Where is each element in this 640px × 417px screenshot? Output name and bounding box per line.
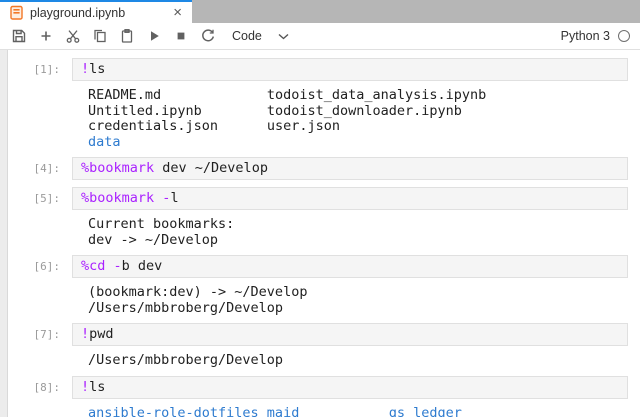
output-text: todoist_downloader.ipynb <box>267 103 462 119</box>
code-token: ! <box>81 379 89 395</box>
paste-cells-button[interactable] <box>114 25 139 48</box>
code-token: ls <box>89 61 105 77</box>
notebook-cell[interactable]: [5]:%bookmark -l Current bookmarks:dev ->… <box>8 187 640 248</box>
output-text: /Users/mbbroberg/Develop <box>88 352 283 368</box>
output-line: (bookmark:dev) -> ~/Develop <box>88 285 628 301</box>
code-token: %cd <box>81 258 105 274</box>
close-icon[interactable]: × <box>171 5 184 20</box>
copy-cells-button[interactable] <box>87 25 112 48</box>
stop-icon <box>173 28 189 44</box>
output-text: README.md <box>88 87 267 103</box>
main-area: [1]:!lsREADME.md todoist_data_analysis.i… <box>0 50 640 417</box>
notebook-cell[interactable]: [4]:%bookmark dev ~/Develop <box>8 157 640 180</box>
output-line: /Users/mbbroberg/Develop <box>88 353 628 369</box>
execution-count: [7]: <box>8 323 72 341</box>
save-icon <box>11 28 27 44</box>
output-line: Untitled.ipynb todoist_downloader.ipynb <box>88 104 628 120</box>
cut-cells-button[interactable] <box>60 25 85 48</box>
code-token <box>105 258 113 274</box>
copy-icon <box>92 28 108 44</box>
cell-input-row: [6]:%cd -b dev <box>8 255 640 278</box>
kernel-name: Python 3 <box>561 29 610 43</box>
save-button[interactable] <box>6 25 31 48</box>
notebook-cell[interactable]: [7]:!pwd/Users/mbbroberg/Develop <box>8 323 640 369</box>
run-button[interactable] <box>141 25 166 48</box>
code-token: ! <box>81 326 89 342</box>
execution-count: [5]: <box>8 187 72 205</box>
cell-output: ansible-role-dotfiles maid qs_ledger <box>80 406 628 417</box>
code-token: ! <box>81 61 89 77</box>
code-token: %bookmark <box>81 190 154 206</box>
directory-name: ansible-role-dotfiles maid qs_ledger <box>88 405 462 417</box>
output-line: ansible-role-dotfiles maid qs_ledger <box>88 406 628 417</box>
output-line: credentials.json user.json <box>88 119 628 135</box>
cell-editor[interactable]: !ls <box>72 58 628 81</box>
output-text: todoist_data_analysis.ipynb <box>267 87 486 103</box>
cell-editor[interactable]: %bookmark dev ~/Develop <box>72 157 628 180</box>
output-line: data <box>88 135 628 151</box>
output-line: Current bookmarks: <box>88 217 628 233</box>
cell-editor[interactable]: %cd -b dev <box>72 255 628 278</box>
output-line: /Users/mbbroberg/Develop <box>88 301 628 317</box>
cell-output: README.md todoist_data_analysis.ipynbUnt… <box>80 88 628 150</box>
notebook-cell[interactable]: [6]:%cd -b dev(bookmark:dev) -> ~/Develo… <box>8 255 640 316</box>
output-text: dev -> ~/Develop <box>88 232 218 248</box>
cell-output: Current bookmarks:dev -> ~/Develop <box>80 217 628 248</box>
notebook-icon <box>10 5 23 20</box>
output-text: (bookmark:dev) -> ~/Develop <box>88 284 307 300</box>
interrupt-kernel-button[interactable] <box>168 25 193 48</box>
output-text: Current bookmarks: <box>88 216 234 232</box>
clipboard-icon <box>119 28 135 44</box>
plus-icon <box>38 28 54 44</box>
output-line: dev -> ~/Develop <box>88 233 628 249</box>
tab-playground-ipynb[interactable]: playground.ipynb × <box>0 0 192 23</box>
code-token: %bookmark <box>81 160 154 176</box>
kernel-status-icon <box>618 30 630 42</box>
restart-icon <box>200 28 216 44</box>
insert-cell-button[interactable] <box>33 25 58 48</box>
execution-count: [1]: <box>8 58 72 76</box>
left-gutter <box>0 50 8 417</box>
code-token: pwd <box>89 326 113 342</box>
cell-type-select[interactable]: Code <box>232 29 289 43</box>
directory-name: data <box>88 134 121 150</box>
output-line: README.md todoist_data_analysis.ipynb <box>88 88 628 104</box>
cell-input-row: [7]:!pwd <box>8 323 640 346</box>
output-text: user.json <box>267 118 340 134</box>
kernel-indicator[interactable]: Python 3 <box>561 29 630 43</box>
execution-count: [6]: <box>8 255 72 273</box>
restart-kernel-button[interactable] <box>195 25 220 48</box>
execution-count: [4]: <box>8 157 72 175</box>
code-token: dev ~/Develop <box>154 160 268 176</box>
cell-input-row: [8]:!ls <box>8 376 640 399</box>
code-token: ls <box>89 379 105 395</box>
cell-output: /Users/mbbroberg/Develop <box>80 353 628 369</box>
play-icon <box>146 28 162 44</box>
notebook-panel: [1]:!lsREADME.md todoist_data_analysis.i… <box>8 50 640 417</box>
notebook-cell[interactable]: [1]:!ls README.md todoist_data_analysis.i… <box>8 58 640 150</box>
tab-bar: playground.ipynb × <box>0 0 640 23</box>
scissors-icon <box>65 28 81 44</box>
cell-editor[interactable]: !ls <box>72 376 628 399</box>
output-text: /Users/mbbroberg/Develop <box>88 300 283 316</box>
cell-editor[interactable]: %bookmark -l <box>72 187 628 210</box>
cell-input-row: [5]:%bookmark -l <box>8 187 640 210</box>
code-token: l <box>170 190 178 206</box>
cell-output: (bookmark:dev) -> ~/Develop/Users/mbbrob… <box>80 285 628 316</box>
notebook-toolbar: Code Python 3 <box>0 23 640 50</box>
execution-count: [8]: <box>8 376 72 394</box>
output-text: credentials.json <box>88 118 267 134</box>
chevron-down-icon <box>278 33 289 40</box>
cell-input-row: [4]:%bookmark dev ~/Develop <box>8 157 640 180</box>
notebook-cell[interactable]: [8]:!ls ansible-role-dotfiles maid qs_led… <box>8 376 640 417</box>
code-token: - <box>114 258 122 274</box>
cell-type-value: Code <box>232 29 262 43</box>
output-text: Untitled.ipynb <box>88 103 267 119</box>
tab-title: playground.ipynb <box>30 6 164 20</box>
cell-input-row: [1]:!ls <box>8 58 640 81</box>
cell-editor[interactable]: !pwd <box>72 323 628 346</box>
code-token: b dev <box>122 258 163 274</box>
